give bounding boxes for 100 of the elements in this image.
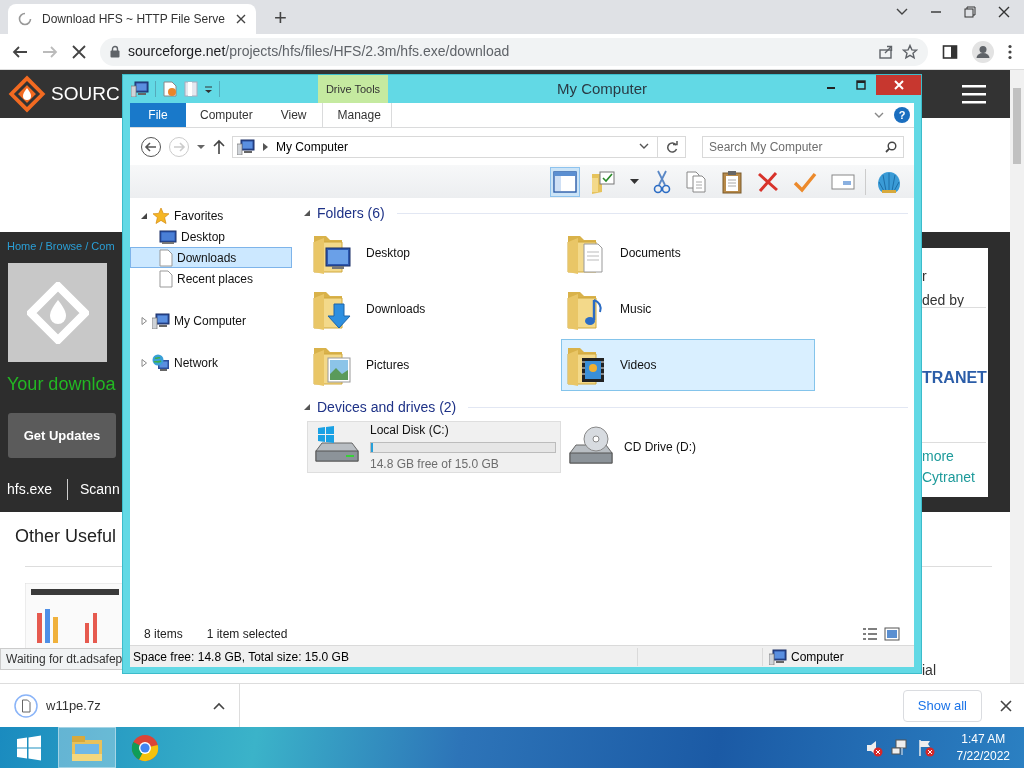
sponsor-link[interactable]: Cytranet: [922, 467, 975, 488]
clipboard-icon[interactable]: [721, 169, 743, 194]
share-icon[interactable]: [878, 43, 894, 60]
chevron-right-icon[interactable]: [263, 142, 268, 151]
location-text: Computer: [791, 648, 844, 666]
computer-icon[interactable]: [131, 81, 149, 97]
speaker-muted-icon[interactable]: [864, 738, 883, 757]
page-text: ial: [922, 661, 936, 680]
tree-item[interactable]: Favorites: [130, 205, 292, 226]
new-tab-button[interactable]: +: [268, 6, 293, 30]
download-heading: Your downloa: [7, 373, 116, 396]
side-panel-icon[interactable]: [942, 43, 958, 60]
large-icons-view-icon[interactable]: [884, 626, 900, 641]
close-button[interactable]: [876, 75, 921, 95]
section-heading: Other Useful: [15, 525, 117, 548]
back-button[interactable]: [140, 135, 162, 158]
context-tab-label: Drive Tools: [318, 75, 388, 103]
file-name: hfs.exe: [7, 480, 53, 499]
drive-space-text: 14.8 GB free of 15.0 GB: [370, 456, 500, 473]
computer-icon: [237, 138, 255, 155]
show-all-button[interactable]: Show all: [902, 689, 982, 722]
folder-tile[interactable]: Downloads: [307, 283, 561, 335]
group-heading[interactable]: Devices and drives (2): [317, 396, 457, 418]
get-updates-button[interactable]: Get Updates: [8, 413, 116, 458]
back-icon[interactable]: [12, 43, 28, 60]
star-icon[interactable]: [902, 43, 918, 60]
refresh-icon[interactable]: [665, 140, 678, 153]
folder-tile[interactable]: Desktop: [307, 227, 561, 279]
browser-tab[interactable]: Download HFS ~ HTTP File Serve: [8, 4, 256, 34]
group-heading[interactable]: Folders (6): [317, 202, 385, 224]
close-icon[interactable]: [998, 6, 1010, 18]
breadcrumb[interactable]: Home / Browse / Com: [7, 238, 115, 255]
windows-logo-icon[interactable]: [16, 734, 42, 761]
clock[interactable]: 1:47 AM 7/22/2022: [956, 731, 1010, 764]
tree-item[interactable]: Desktop: [130, 226, 292, 247]
up-arrow-icon[interactable]: [212, 138, 226, 155]
address-field[interactable]: sourceforge.net/projects/hfs/files/HFS/2.3m/hfs.exe/download: [100, 37, 928, 66]
dropdown-icon[interactable]: [630, 178, 639, 185]
tree-item[interactable]: Network: [130, 352, 292, 373]
recent-locations-icon[interactable]: [196, 143, 206, 150]
document-icon: [159, 269, 173, 288]
logo-text[interactable]: SOURC: [51, 79, 120, 109]
menu-icon[interactable]: [962, 84, 986, 104]
star-icon: [152, 206, 170, 225]
search-field[interactable]: Search My Computer: [702, 135, 904, 158]
stop-icon[interactable]: [72, 44, 86, 59]
maximize-icon[interactable]: [856, 80, 866, 90]
help-button[interactable]: ?: [894, 107, 910, 123]
computer-icon: [152, 312, 170, 329]
expanded-arrow-icon[interactable]: [303, 209, 311, 217]
folder-tile[interactable]: Documents: [561, 227, 815, 279]
drive-tile[interactable]: Local Disk (C:) 14.8 GB free of 15.0 GB: [307, 421, 561, 473]
network-icon[interactable]: [890, 738, 909, 757]
file-menu-button[interactable]: File: [130, 103, 186, 127]
lock-icon: [110, 45, 120, 58]
tree-item[interactable]: Recent places: [130, 268, 292, 289]
scan-text: Scann: [67, 479, 120, 500]
file-icon[interactable]: [14, 693, 38, 718]
address-bar[interactable]: My Computer: [232, 135, 686, 158]
delete-icon[interactable]: [757, 170, 779, 193]
dropdown-icon[interactable]: [639, 143, 649, 150]
close-icon[interactable]: [236, 14, 246, 24]
folder-tile[interactable]: Music: [561, 283, 815, 335]
collapsed-arrow-icon[interactable]: [140, 316, 148, 325]
item-count: 8 items: [144, 625, 183, 643]
shell-icon[interactable]: [876, 169, 902, 194]
collapsed-arrow-icon[interactable]: [140, 358, 148, 367]
flag-icon[interactable]: [916, 738, 935, 757]
document-icon: [159, 248, 173, 267]
tree-item[interactable]: My Computer: [130, 310, 292, 331]
customize-dropdown-icon[interactable]: [204, 85, 213, 93]
folder-tile[interactable]: Videos: [561, 339, 815, 391]
download-file-name[interactable]: w11pe.7z: [46, 695, 101, 716]
caret-up-icon[interactable]: [213, 701, 225, 710]
window-title: My Computer: [556, 79, 648, 99]
status-text: Space free: 14.8 GB, Total size: 15.0 GB: [130, 647, 638, 666]
checkmark-icon[interactable]: [793, 170, 817, 193]
drive-name: Local Disk (C:): [370, 422, 450, 439]
selection-count: 1 item selected: [206, 625, 288, 643]
folder-tile[interactable]: Pictures: [307, 339, 561, 391]
sponsor-link[interactable]: more: [922, 446, 954, 467]
profile-icon[interactable]: [972, 40, 994, 63]
sponsor-logo[interactable]: TRANET: [922, 366, 987, 390]
folder-check-icon[interactable]: [590, 169, 616, 194]
scissors-icon[interactable]: [653, 169, 671, 194]
browser-icon[interactable]: [131, 733, 159, 762]
properties-icon[interactable]: [162, 81, 178, 97]
expanded-arrow-icon[interactable]: [140, 211, 148, 220]
details-view-icon[interactable]: [862, 626, 878, 641]
tree-item[interactable]: Downloads: [130, 247, 292, 268]
expanded-arrow-icon[interactable]: [303, 403, 311, 411]
drive-tile[interactable]: CD Drive (D:): [561, 421, 815, 473]
chevron-down-icon[interactable]: [896, 8, 908, 16]
tab-title: Download HFS ~ HTTP File Serve: [42, 11, 226, 28]
menu-icon[interactable]: [1008, 43, 1012, 60]
scrollbar[interactable]: [1010, 70, 1024, 683]
expand-ribbon-icon[interactable]: [874, 111, 884, 119]
sponsor-text: r: [922, 267, 927, 286]
restore-icon[interactable]: [964, 6, 976, 18]
close-icon[interactable]: [1000, 699, 1012, 712]
